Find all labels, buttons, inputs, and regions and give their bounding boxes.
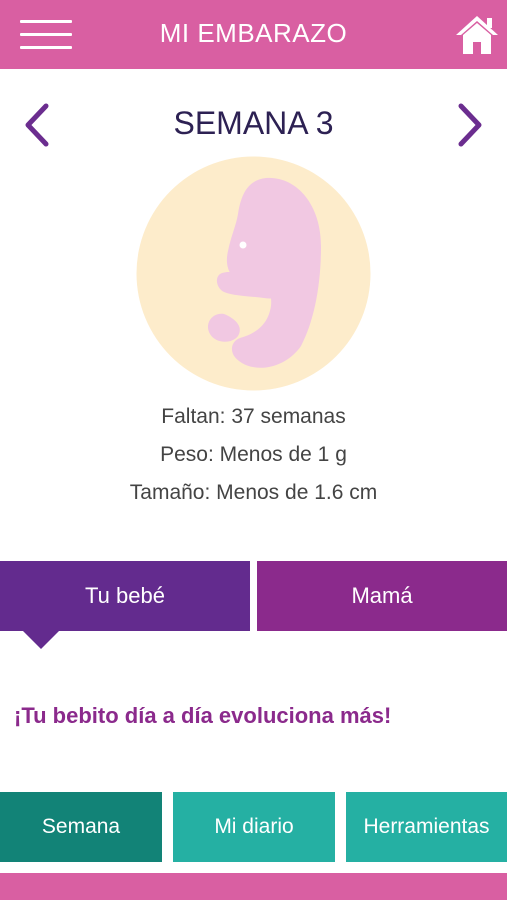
weight-text: Peso: Menos de 1 g	[160, 443, 347, 466]
embryo-illustration	[136, 156, 371, 391]
tab-mama[interactable]: Mamá	[257, 561, 507, 631]
semana-button[interactable]: Semana	[0, 792, 162, 862]
app-header: MI EMBARAZO	[0, 0, 507, 69]
home-icon[interactable]	[454, 13, 500, 57]
chevron-right-icon[interactable]	[453, 100, 487, 150]
herramientas-button[interactable]: Herramientas	[346, 792, 507, 862]
tab-tu-bebe[interactable]: Tu bebé	[0, 561, 250, 631]
selected-tab-indicator	[23, 631, 59, 649]
size-text: Tamaño: Menos de 1.6 cm	[129, 481, 378, 504]
bottom-bar	[0, 873, 507, 900]
week-navigation: SEMANA 3	[0, 95, 507, 155]
app-title: MI EMBARAZO	[159, 18, 348, 48]
weeks-remaining-text: Faltan: 37 semanas	[161, 405, 346, 428]
week-title: SEMANA 3	[173, 105, 334, 141]
tagline-text: ¡Tu bebito día a día evoluciona más!	[14, 703, 392, 728]
mi-diario-button[interactable]: Mi diario	[173, 792, 335, 862]
